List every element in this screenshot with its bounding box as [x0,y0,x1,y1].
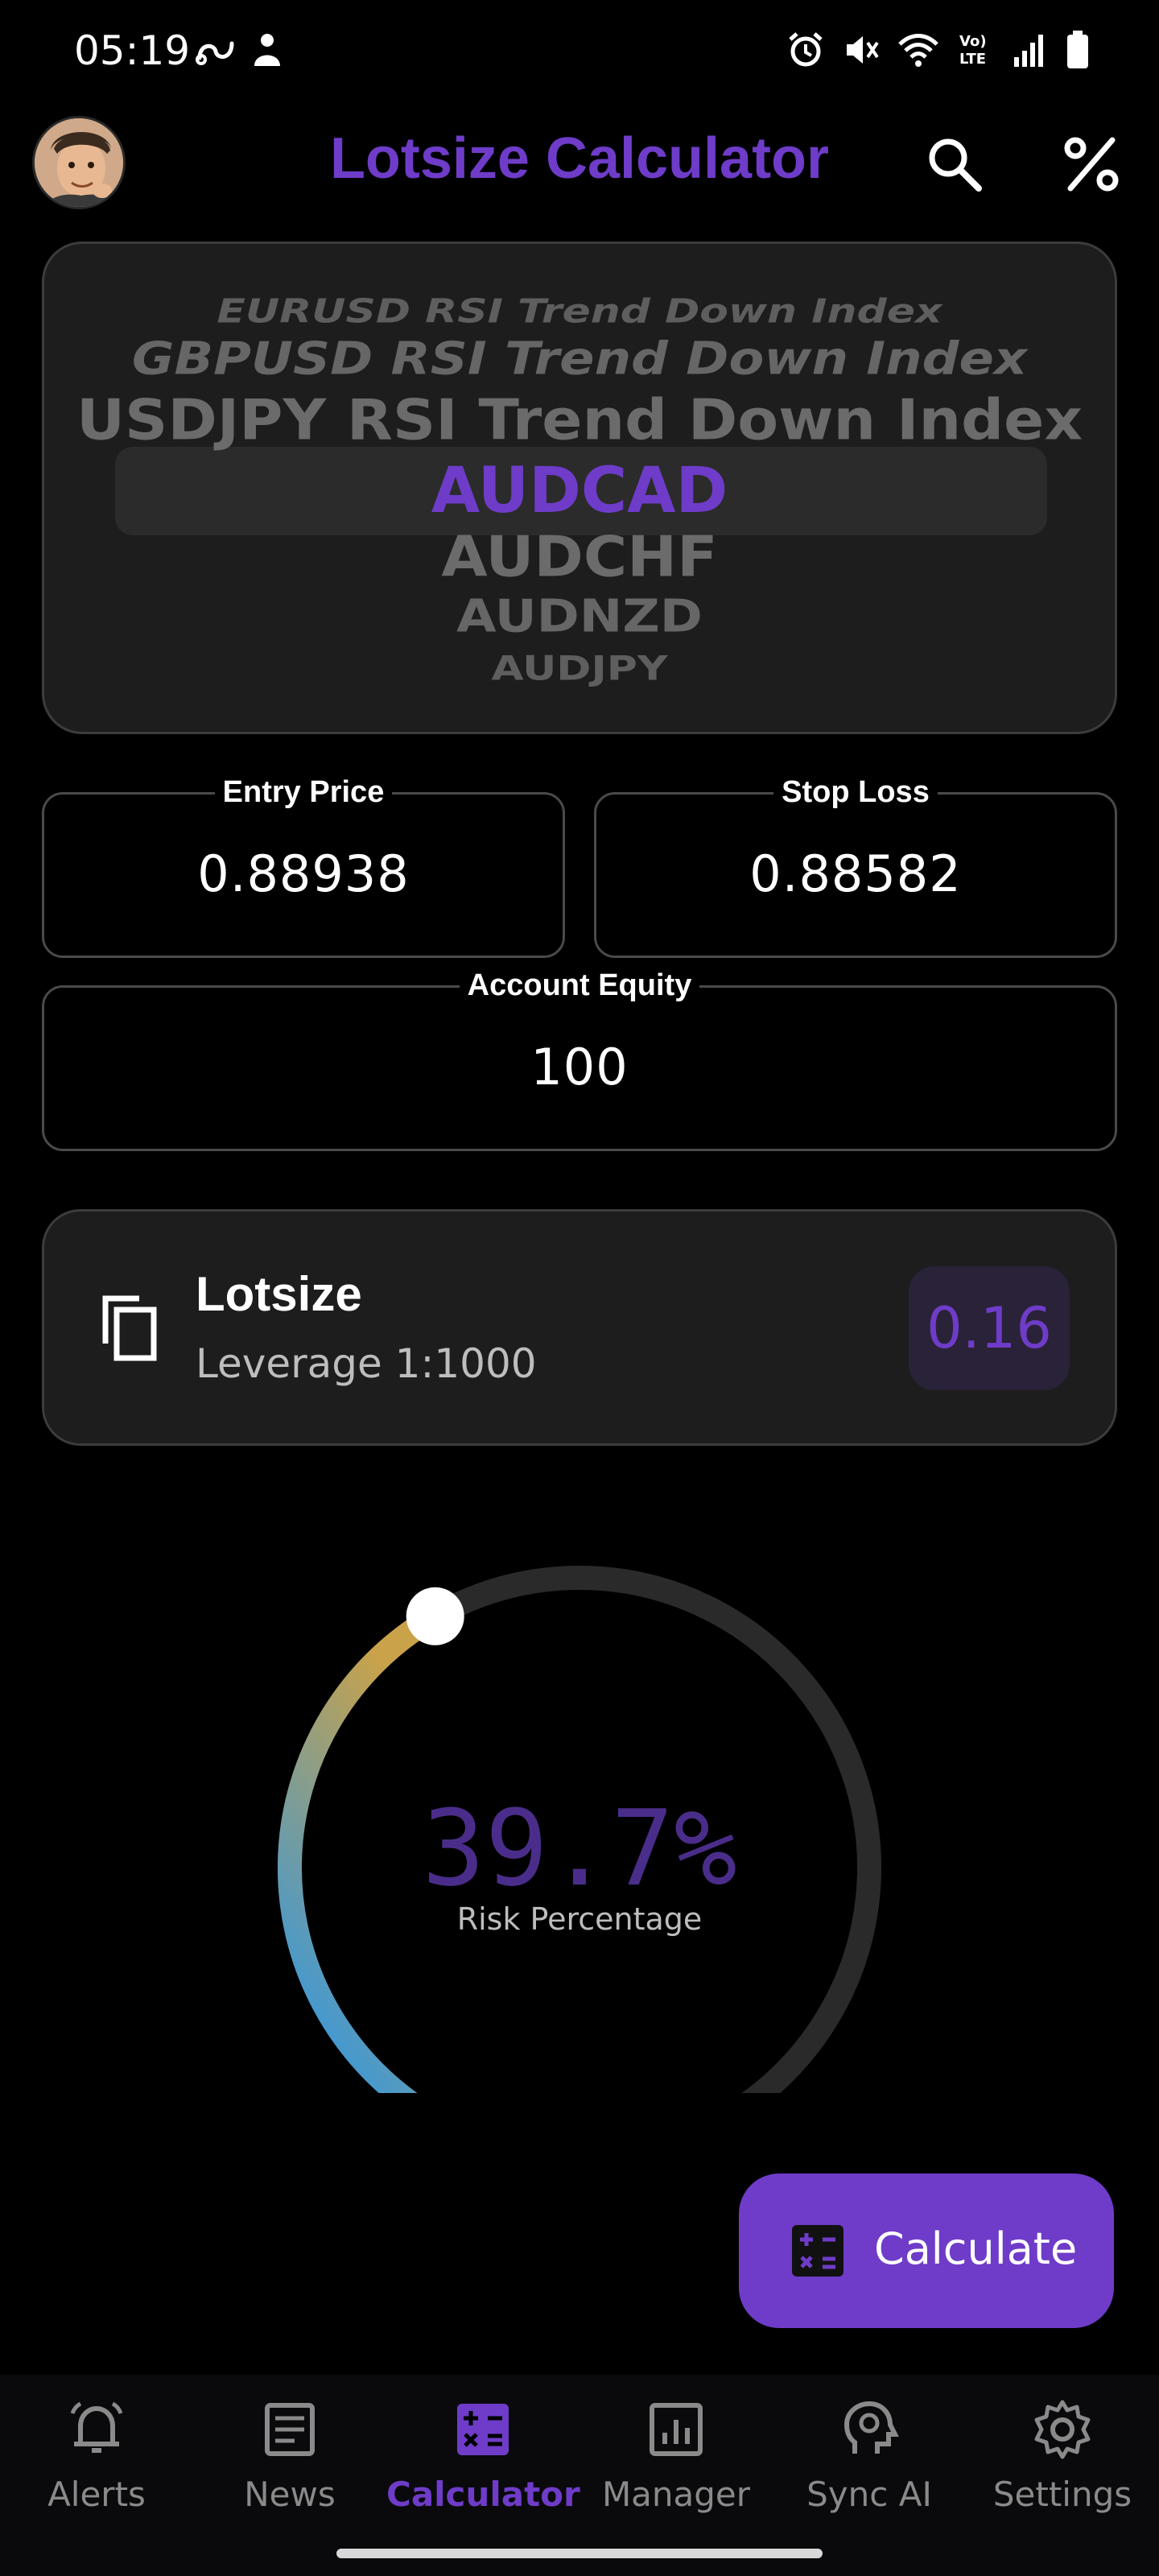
risk-percentage-label: Risk Percentage [456,1901,703,1937]
link-icon [196,41,234,65]
stop-loss-value[interactable]: 0.88582 [596,844,1115,903]
nav-label: Sync AI [806,2475,932,2514]
svg-text:LTE: LTE [959,51,986,68]
bottom-navigation: Alerts News Calculator Manager Sync AI S… [0,2375,1159,2576]
news-icon [265,2403,315,2456]
signal-icon [1014,35,1043,67]
picker-item[interactable]: AUDJPY [44,650,1115,688]
calculate-button[interactable]: Calculate [739,2174,1114,2328]
person-icon [254,34,280,66]
copy-icon[interactable] [94,1292,167,1364]
picker-item[interactable]: GBPUSD RSI Trend Down Index [44,332,1115,385]
app-title: Lotsize Calculator [329,126,830,191]
picker-item-selected[interactable]: AUDCAD [44,455,1115,527]
svg-text:Vo): Vo) [959,33,987,50]
nav-label: Alerts [47,2475,146,2514]
calculator-icon [457,2404,509,2455]
account-equity-value[interactable]: 100 [44,1038,1115,1096]
battery-icon [1067,31,1088,68]
nav-label: Calculator [386,2475,580,2514]
nav-item-alerts[interactable]: Alerts [0,2397,193,2514]
account-equity-field[interactable]: Account Equity 100 [42,968,1117,1151]
status-time: 05:19 [74,27,191,74]
nav-label: Manager [601,2475,751,2514]
entry-price-label: Entry Price [214,775,393,809]
picker-item[interactable]: EURUSD RSI Trend Down Index [44,293,1115,331]
calculator-icon [792,2225,843,2277]
picker-item[interactable]: AUDCHF [44,525,1115,590]
leverage-text: Leverage 1:1000 [196,1340,537,1387]
risk-percentage-value: 39.7% [422,1787,737,1909]
calculate-label: Calculate [874,2223,1078,2274]
gauge-knob[interactable] [406,1587,464,1645]
app-bar: Lotsize Calculator [0,105,1159,217]
nav-label: News [244,2475,336,2514]
status-bar: 05:19 Vo) LTE [0,0,1159,105]
picker-item[interactable]: USDJPY RSI Trend Down Index [44,388,1115,453]
chart-icon [650,2403,703,2456]
account-equity-label: Account Equity [459,968,700,1002]
volte-icon: Vo) LTE [959,33,987,68]
symbol-picker[interactable]: EURUSD RSI Trend Down Index GBPUSD RSI T… [42,242,1117,734]
lotsize-card[interactable]: Lotsize Leverage 1:1000 0.16 [42,1209,1117,1446]
alarm-icon [789,32,823,67]
gear-icon [1034,2400,1091,2459]
ai-head-icon [843,2401,899,2454]
lotsize-title: Lotsize [196,1267,362,1321]
nav-label: Settings [992,2475,1132,2514]
nav-item-news[interactable]: News [193,2397,386,2514]
percent-icon[interactable] [1061,134,1122,195]
picker-item[interactable]: AUDNZD [44,590,1115,642]
nav-item-settings[interactable]: Settings [966,2397,1159,2514]
nav-item-sync-ai[interactable]: Sync AI [773,2397,966,2514]
search-icon[interactable] [924,134,985,195]
home-indicator [336,2549,823,2558]
entry-price-value[interactable]: 0.88938 [44,844,563,903]
lotsize-value-badge: 0.16 [909,1266,1070,1390]
stop-loss-field[interactable]: Stop Loss 0.88582 [594,775,1117,958]
bell-icon [70,2401,123,2453]
wifi-icon [898,34,938,67]
risk-gauge[interactable]: 39.7% Risk Percentage [241,1530,918,2117]
stop-loss-label: Stop Loss [773,775,938,809]
nav-item-calculator[interactable]: Calculator [386,2397,580,2514]
entry-price-field[interactable]: Entry Price 0.88938 [42,775,565,958]
mute-icon [847,36,879,64]
nav-item-manager[interactable]: Manager [580,2397,773,2514]
